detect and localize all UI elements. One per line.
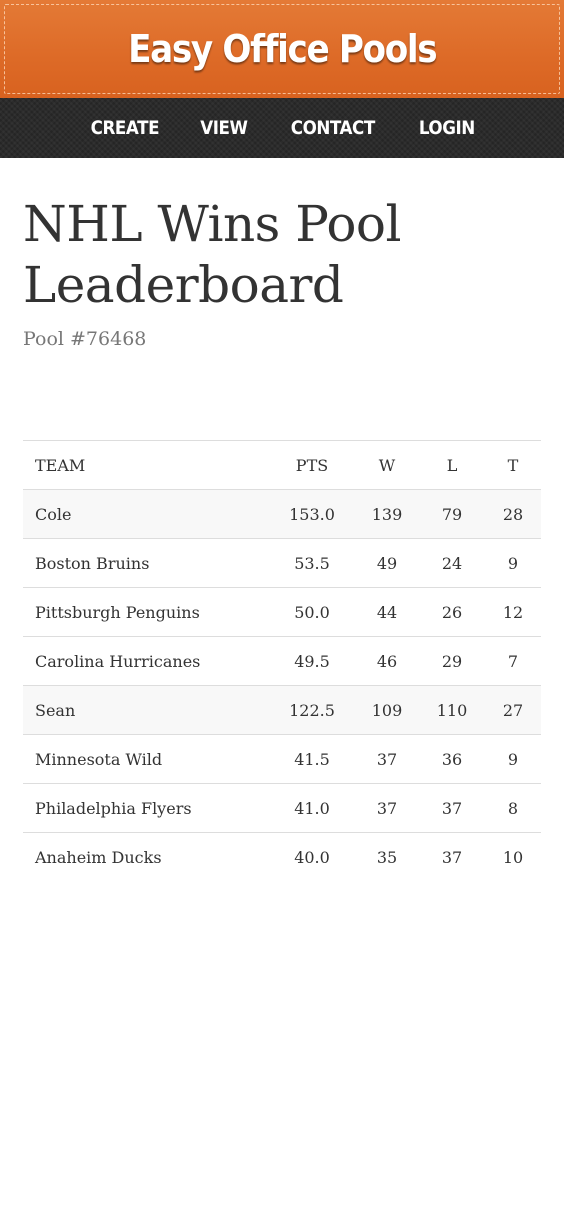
leaderboard-body: Cole 153.0 139 79 28 Boston Bruins 53.5 49 24 9 Pi…	[23, 489, 541, 881]
nav-contact-link[interactable]: CONTACT	[291, 117, 376, 139]
main-nav: CREATE VIEW CONTACT LOGIN	[0, 98, 564, 158]
leaderboard-table: TEAM PTS W L T Cole 153.0 139 79 28 Boston Br…	[23, 440, 541, 881]
site-header: Easy Office Pools	[0, 0, 564, 98]
cell-l: 37	[419, 783, 485, 833]
cell-t: 9	[485, 538, 541, 588]
cell-w: 139	[355, 489, 419, 539]
cell-t: 12	[485, 587, 541, 637]
player-row: Cole 153.0 139 79 28	[23, 489, 541, 539]
cell-t: 10	[485, 832, 541, 881]
cell-w: 37	[355, 734, 419, 784]
cell-w: 35	[355, 832, 419, 881]
cell-w: 109	[355, 685, 419, 735]
cell-pts: 50.0	[269, 587, 355, 637]
team-row: Minnesota Wild 41.5 37 36 9	[23, 734, 541, 784]
cell-l: 37	[419, 832, 485, 881]
header-t: T	[485, 440, 541, 490]
cell-team: Carolina Hurricanes	[23, 636, 269, 686]
nav-view-link[interactable]: VIEW	[201, 117, 249, 139]
player-row: Sean 122.5 109 110 27	[23, 685, 541, 735]
cell-team: Sean	[23, 685, 269, 735]
cell-pts: 41.5	[269, 734, 355, 784]
header-w: W	[355, 440, 419, 490]
cell-pts: 49.5	[269, 636, 355, 686]
page-title-line2: Leaderboard	[23, 256, 344, 314]
nav-login-link[interactable]: LOGIN	[419, 117, 475, 139]
cell-pts: 41.0	[269, 783, 355, 833]
page-title: NHL Wins Pool Leaderboard	[23, 194, 541, 316]
site-title-link[interactable]: Easy Office Pools	[128, 27, 437, 71]
main-content: NHL Wins Pool Leaderboard Pool #76468 TE…	[0, 194, 564, 881]
cell-w: 46	[355, 636, 419, 686]
team-row: Carolina Hurricanes 49.5 46 29 7	[23, 636, 541, 686]
cell-w: 49	[355, 538, 419, 588]
header-pts: PTS	[269, 440, 355, 490]
cell-t: 8	[485, 783, 541, 833]
cell-l: 110	[419, 685, 485, 735]
cell-pts: 122.5	[269, 685, 355, 735]
team-row: Boston Bruins 53.5 49 24 9	[23, 538, 541, 588]
cell-w: 37	[355, 783, 419, 833]
cell-l: 26	[419, 587, 485, 637]
cell-t: 9	[485, 734, 541, 784]
cell-t: 28	[485, 489, 541, 539]
cell-t: 27	[485, 685, 541, 735]
cell-t: 7	[485, 636, 541, 686]
team-row: Anaheim Ducks 40.0 35 37 10	[23, 832, 541, 881]
page-title-line1: NHL Wins Pool	[23, 195, 402, 253]
cell-team: Philadelphia Flyers	[23, 783, 269, 833]
cell-l: 29	[419, 636, 485, 686]
header-row: TEAM PTS W L T	[23, 440, 541, 490]
cell-team: Cole	[23, 489, 269, 539]
cell-l: 79	[419, 489, 485, 539]
cell-pts: 40.0	[269, 832, 355, 881]
team-row: Philadelphia Flyers 41.0 37 37 8	[23, 783, 541, 833]
cell-l: 24	[419, 538, 485, 588]
cell-pts: 153.0	[269, 489, 355, 539]
cell-team: Minnesota Wild	[23, 734, 269, 784]
cell-l: 36	[419, 734, 485, 784]
header-team: TEAM	[23, 440, 269, 490]
cell-team: Boston Bruins	[23, 538, 269, 588]
cell-pts: 53.5	[269, 538, 355, 588]
cell-team: Anaheim Ducks	[23, 832, 269, 881]
cell-team: Pittsburgh Penguins	[23, 587, 269, 637]
pool-id: Pool #76468	[23, 328, 147, 350]
cell-w: 44	[355, 587, 419, 637]
team-row: Pittsburgh Penguins 50.0 44 26 12	[23, 587, 541, 637]
nav-create-link[interactable]: CREATE	[90, 117, 159, 139]
header-l: L	[419, 440, 485, 490]
